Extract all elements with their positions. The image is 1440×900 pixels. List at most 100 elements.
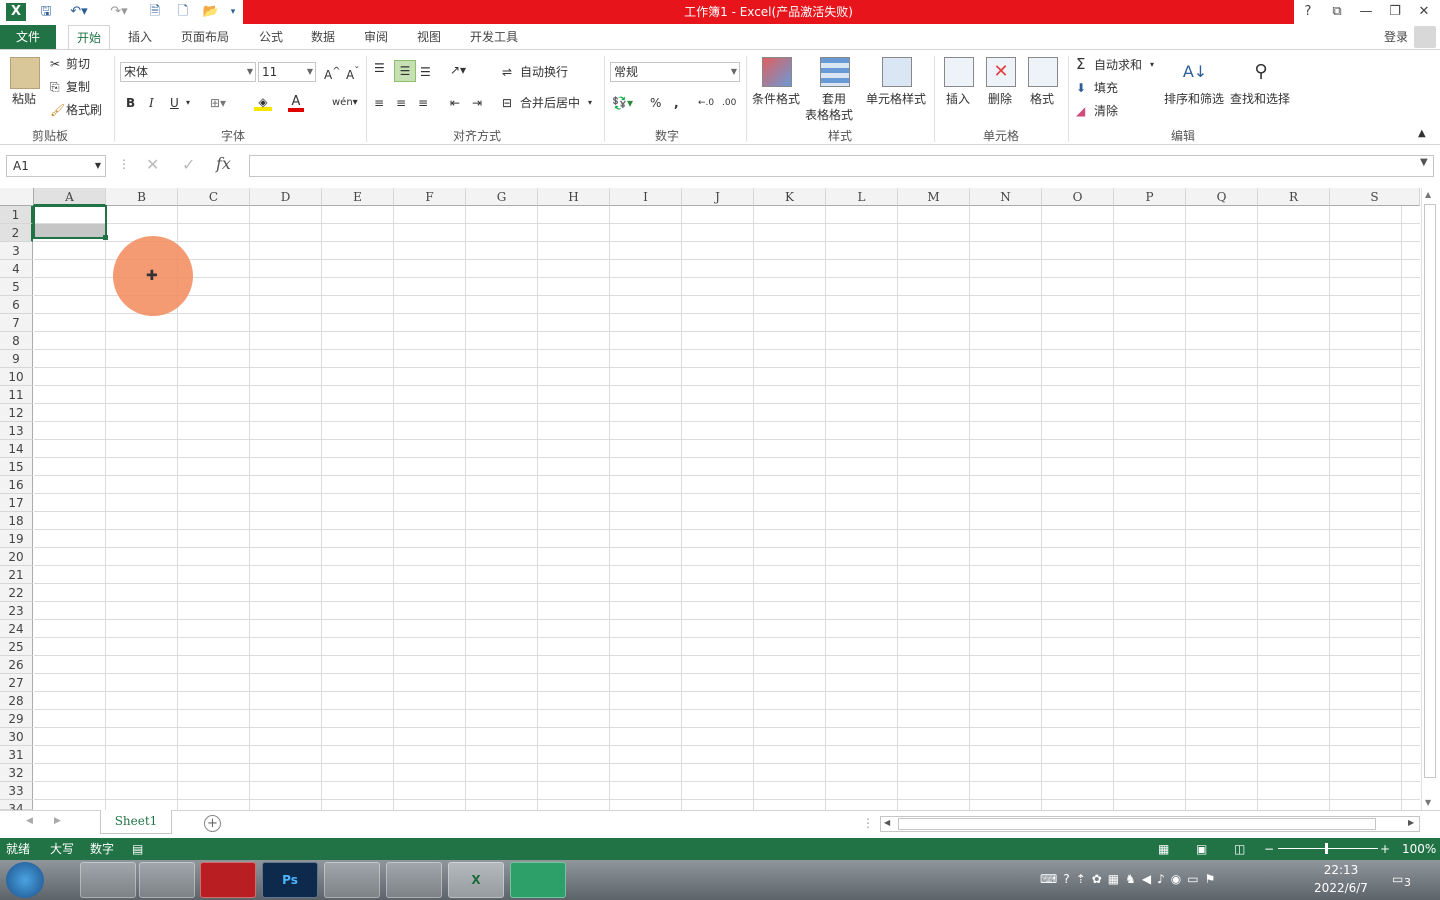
- macro-record-icon[interactable]: ▤: [132, 838, 143, 860]
- wrap-text-icon[interactable]: ⇌: [502, 64, 512, 80]
- row-header-33[interactable]: 33: [0, 782, 33, 800]
- row-header-18[interactable]: 18: [0, 512, 33, 530]
- cut-button[interactable]: 剪切: [66, 56, 90, 72]
- column-header-f[interactable]: F: [394, 188, 466, 206]
- align-left-icon[interactable]: ≡: [374, 95, 384, 111]
- close-button[interactable]: ✕: [1410, 3, 1438, 21]
- active-cell-selection[interactable]: [33, 205, 107, 239]
- format-cells-icon[interactable]: [1028, 57, 1058, 87]
- column-header-q[interactable]: Q: [1186, 188, 1258, 206]
- redo-icon[interactable]: ↷▾: [104, 3, 134, 21]
- column-header-b[interactable]: B: [106, 188, 178, 206]
- binoculars-icon[interactable]: ⚲: [1246, 57, 1276, 87]
- print-preview-icon[interactable]: 🗎: [144, 3, 166, 21]
- column-header-m[interactable]: M: [898, 188, 970, 206]
- insert-cells-button[interactable]: 插入: [946, 91, 970, 107]
- zoom-slider-thumb[interactable]: [1325, 843, 1328, 854]
- taskbar-folder-icon[interactable]: [139, 862, 195, 898]
- taskbar-qq-icon[interactable]: [324, 862, 380, 898]
- sheet-tab[interactable]: Sheet1: [100, 810, 172, 834]
- tab-review[interactable]: 审阅: [358, 25, 394, 49]
- number-format-select[interactable]: 常规 ▼: [610, 62, 740, 82]
- increase-decimal-icon[interactable]: ←.0: [698, 95, 714, 111]
- tab-data[interactable]: 数据: [305, 25, 341, 49]
- formula-input[interactable]: [249, 155, 1434, 177]
- underline-button[interactable]: U: [170, 95, 179, 111]
- prev-sheet-icon[interactable]: ◀: [26, 816, 33, 826]
- bold-button[interactable]: B: [126, 95, 135, 111]
- font-color-icon[interactable]: A: [288, 94, 304, 112]
- save-icon[interactable]: 🖫: [36, 3, 56, 21]
- table-format-button-line2[interactable]: 表格格式: [805, 107, 853, 123]
- row-header-30[interactable]: 30: [0, 728, 33, 746]
- zoom-level[interactable]: 100%: [1402, 838, 1436, 860]
- insert-cells-icon[interactable]: [944, 57, 974, 87]
- row-header-11[interactable]: 11: [0, 386, 33, 404]
- fill-color-icon[interactable]: ◈: [254, 95, 272, 111]
- conditional-format-button[interactable]: 条件格式: [752, 91, 800, 107]
- column-header-h[interactable]: H: [538, 188, 610, 206]
- row-header-9[interactable]: 9: [0, 350, 33, 368]
- find-select-button[interactable]: 查找和选择: [1230, 91, 1290, 107]
- row-header-13[interactable]: 13: [0, 422, 33, 440]
- paste-button[interactable]: 粘贴: [12, 91, 36, 107]
- splitter-icon[interactable]: ⋮: [862, 816, 874, 830]
- column-header-p[interactable]: P: [1114, 188, 1186, 206]
- column-header-j[interactable]: J: [682, 188, 754, 206]
- taskbar-excel-icon[interactable]: X: [448, 862, 504, 898]
- comma-button[interactable]: ,: [674, 95, 679, 111]
- row-header-2[interactable]: 2: [0, 224, 33, 242]
- row-header-10[interactable]: 10: [0, 368, 33, 386]
- minimize-button[interactable]: —: [1352, 3, 1380, 21]
- ribbon-display-button[interactable]: ⧉: [1323, 3, 1351, 21]
- tab-insert[interactable]: 插入: [122, 25, 158, 49]
- align-top-icon[interactable]: ☰: [374, 60, 385, 76]
- chevron-down-icon[interactable]: ▾: [1150, 57, 1154, 73]
- row-header-29[interactable]: 29: [0, 710, 33, 728]
- align-bottom-icon[interactable]: ☰: [420, 64, 431, 80]
- clear-button[interactable]: 清除: [1094, 103, 1118, 119]
- taskbar-notepad-icon[interactable]: [510, 862, 566, 898]
- zoom-slider-track[interactable]: [1278, 848, 1378, 849]
- clock-time[interactable]: 22:13: [1314, 863, 1368, 877]
- enter-icon[interactable]: ✓: [182, 155, 195, 174]
- grow-font-icon[interactable]: A^: [324, 64, 341, 83]
- scroll-left-icon[interactable]: ◀: [884, 818, 890, 827]
- chevron-down-icon[interactable]: ▾: [186, 95, 190, 111]
- row-header-21[interactable]: 21: [0, 566, 33, 584]
- orientation-icon[interactable]: ↗▾: [450, 62, 466, 78]
- row-header-20[interactable]: 20: [0, 548, 33, 566]
- tab-formulas[interactable]: 公式: [253, 25, 289, 49]
- row-header-16[interactable]: 16: [0, 476, 33, 494]
- tab-file[interactable]: 文件: [0, 25, 56, 49]
- row-header-3[interactable]: 3: [0, 242, 33, 260]
- fill-icon[interactable]: ⬇: [1076, 80, 1086, 96]
- row-header-27[interactable]: 27: [0, 674, 33, 692]
- shrink-font-icon[interactable]: Aˇ: [346, 64, 359, 83]
- decrease-decimal-icon[interactable]: .00: [722, 95, 736, 111]
- table-format-icon[interactable]: [820, 57, 850, 87]
- row-header-19[interactable]: 19: [0, 530, 33, 548]
- delete-cells-icon[interactable]: ✕: [986, 57, 1016, 87]
- zoom-out-button[interactable]: −: [1264, 838, 1274, 860]
- undo-icon[interactable]: ↶▾: [64, 3, 94, 21]
- column-header-d[interactable]: D: [250, 188, 322, 206]
- fill-button[interactable]: 填充: [1094, 80, 1118, 96]
- column-header-s[interactable]: S: [1330, 188, 1420, 206]
- column-header-o[interactable]: O: [1042, 188, 1114, 206]
- paste-icon[interactable]: [10, 57, 40, 89]
- tab-home[interactable]: 开始: [68, 25, 110, 50]
- copy-button[interactable]: 复制: [66, 79, 90, 95]
- percent-button[interactable]: %: [650, 95, 661, 111]
- start-button-icon[interactable]: [6, 862, 44, 898]
- row-header-15[interactable]: 15: [0, 458, 33, 476]
- autosum-button[interactable]: 自动求和: [1094, 57, 1142, 73]
- normal-view-icon[interactable]: ▦: [1158, 838, 1169, 860]
- help-button[interactable]: ?: [1294, 3, 1322, 21]
- row-header-23[interactable]: 23: [0, 602, 33, 620]
- clock-date[interactable]: 2022/6/7: [1308, 881, 1374, 895]
- vertical-scroll-thumb[interactable]: [1424, 204, 1436, 778]
- tab-page-layout[interactable]: 页面布局: [175, 25, 235, 49]
- notification-icon[interactable]: ▭: [1392, 872, 1403, 886]
- table-format-button-line1[interactable]: 套用: [822, 91, 846, 107]
